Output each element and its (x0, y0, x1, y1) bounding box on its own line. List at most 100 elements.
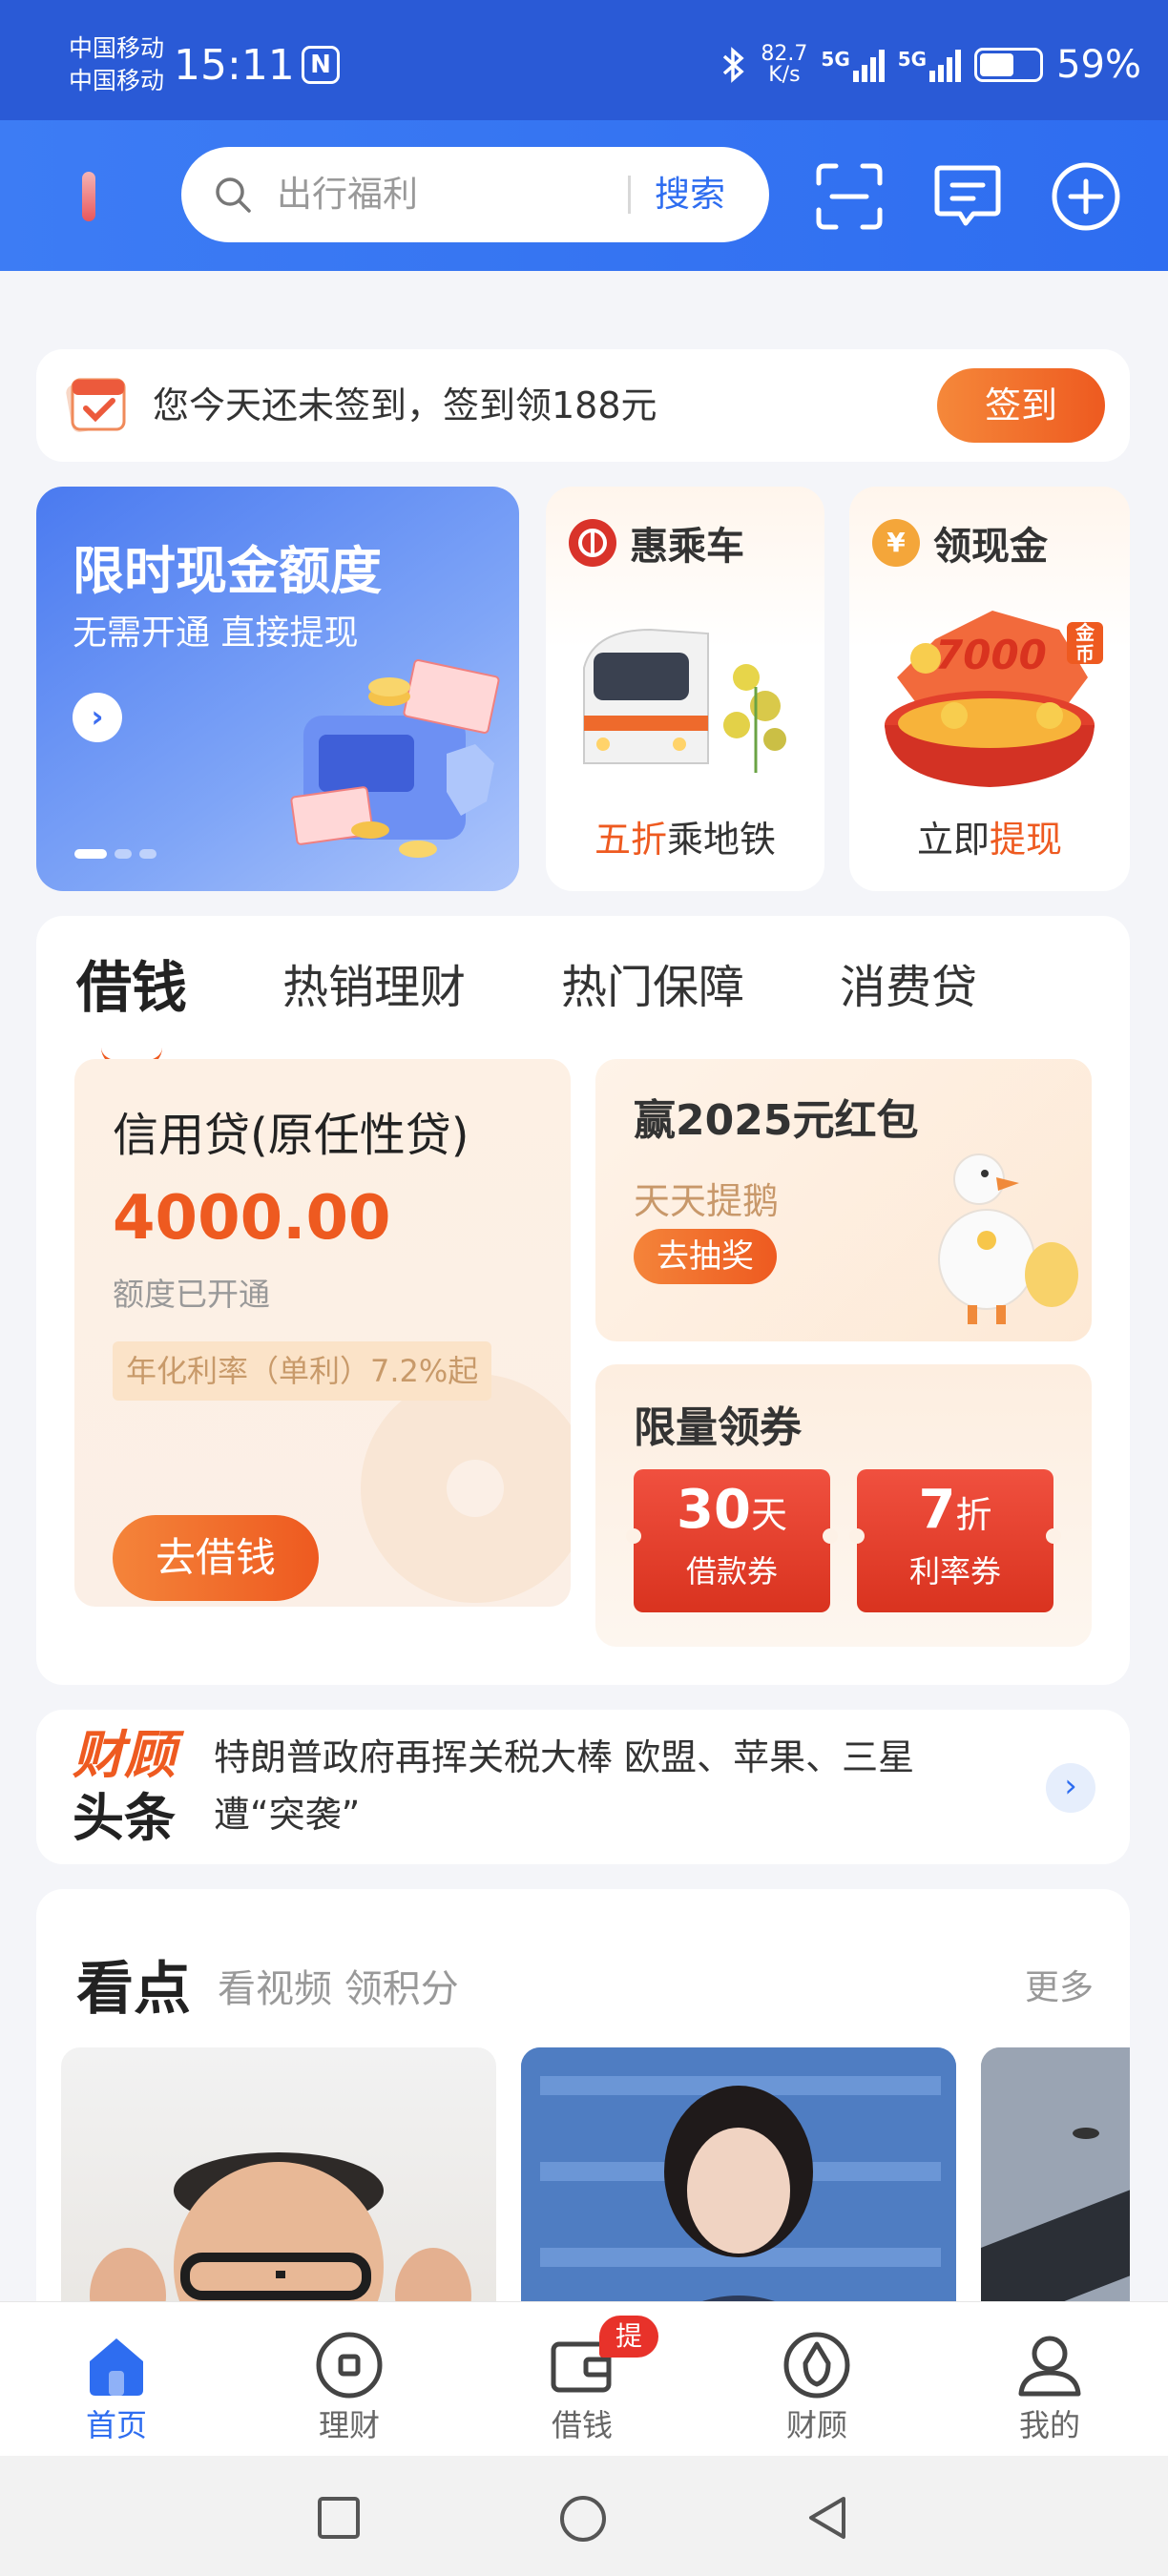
promo-caption-metro-rest: 乘地铁 (667, 819, 777, 861)
loan-tabs: 借钱 热销理财 热门保障 消费贷 (76, 945, 1073, 1067)
promo-title-cash-text: 领现金 (933, 525, 1048, 569)
coupon-rate-discount-number: 7 (918, 1479, 956, 1541)
coin-amount: 7000 (935, 632, 1047, 678)
video-section-title: 看点 (76, 1956, 191, 2023)
promo-title-cash: ¥ 领现金 (872, 515, 1048, 571)
news-logo-line2: 头条 (73, 1788, 176, 1848)
calendar-icon (66, 378, 126, 433)
promo-card-cash[interactable]: ¥ 领现金 7000 金币 立即提现 (849, 487, 1130, 891)
signal-label-2: 5G (897, 48, 928, 71)
headline-news[interactable]: 财顾 头条 特朗普政府再挥关税大棒 欧盟、苹果、三星遭“突袭” › (36, 1710, 1130, 1864)
carousel-dots (74, 849, 156, 859)
net-speed: 82.7 K/s (761, 44, 807, 86)
message-icon[interactable] (929, 158, 1006, 235)
search-box[interactable]: 出行福利 搜索 (181, 147, 769, 242)
coupon-loan-days-unit: 天 (750, 1494, 787, 1536)
net-speed-unit: K/s (768, 63, 801, 87)
recent-apps-icon[interactable] (315, 2494, 363, 2542)
promo-card-metro[interactable]: 惠乘车 五折乘地铁 (546, 487, 824, 891)
signal-label-1: 5G (821, 48, 850, 71)
wealth-icon (316, 2332, 383, 2399)
app-logo[interactable] (82, 172, 95, 221)
checkin-button[interactable]: 签到 (937, 368, 1105, 443)
credit-status: 额度已开通 (113, 1276, 270, 1313)
man-with-glasses-image (90, 2152, 471, 2334)
add-icon[interactable] (1048, 158, 1124, 235)
nav-profile-label: 我的 (1018, 2407, 1080, 2443)
coupon-loan-days[interactable]: 30天 借款券 (626, 1469, 838, 1612)
banner-arrow-icon[interactable]: › (73, 693, 122, 742)
nav-advisor[interactable]: 财顾 (740, 2302, 893, 2457)
promo-caption-metro-highlight: 五折 (594, 819, 667, 861)
advisor-icon (783, 2332, 850, 2399)
search-button[interactable]: 搜索 (655, 170, 725, 219)
credit-loan-card[interactable]: 信用贷(原任性贷) 4000.00 额度已开通 年化利率（单利）7.2%起 去借… (74, 1059, 571, 1607)
coupon-rate-discount-unit: 折 (955, 1494, 992, 1536)
home-icon (90, 2338, 143, 2396)
nav-borrow-label: 借钱 (551, 2407, 613, 2443)
nav-wealth-label: 理财 (318, 2407, 380, 2443)
coin-unit: 金币 (1067, 622, 1103, 664)
net-speed-value: 82.7 (761, 42, 808, 66)
nav-borrow[interactable]: 提现 借钱 (506, 2302, 658, 2457)
signal-icon-2: 5G (897, 48, 962, 82)
battery-percent: 59% (1056, 43, 1141, 87)
back-icon[interactable] (803, 2494, 851, 2542)
carrier-2: 中国移动 (69, 67, 165, 94)
promo-caption-cash-rest: 立即 (916, 819, 990, 861)
cash-banner[interactable]: 限时现金额度 无需开通 直接提现 › (36, 487, 519, 891)
search-icon (216, 177, 251, 213)
aircraft-image (981, 2047, 1130, 2334)
tab-borrow[interactable]: 借钱 (76, 954, 187, 1067)
video-thumbnail-3[interactable] (981, 2047, 1130, 2334)
coupon-loan-days-name: 借款券 (685, 1553, 778, 1589)
gear-decoration (361, 1374, 571, 1603)
nav-home[interactable]: 首页 (40, 2302, 193, 2457)
coupon-rate-discount-name: 利率券 (908, 1553, 1001, 1589)
battery-icon (974, 48, 1044, 82)
coupon-rate-discount-value: 7折 (857, 1477, 1053, 1548)
news-arrow-icon[interactable]: › (1046, 1763, 1095, 1813)
red-packet-card[interactable]: 赢2025元红包 天天提鹅 去抽奖 (595, 1059, 1092, 1341)
money-bag-icon: ¥ (872, 519, 920, 567)
checkin-text: 您今天还未签到，签到领188元 (153, 384, 657, 426)
banner-subtitle: 无需开通 直接提现 (73, 613, 359, 653)
more-link[interactable]: 更多 (1025, 1960, 1094, 2009)
promo-title-metro-text: 惠乘车 (630, 525, 744, 569)
promo-caption-cash: 立即提现 (849, 810, 1130, 862)
lottery-button[interactable]: 去抽奖 (634, 1229, 777, 1284)
nav-profile[interactable]: 我的 (973, 2302, 1126, 2457)
status-icons: 82.7 K/s 5G 5G 59% (720, 38, 1141, 92)
train-illustration (583, 628, 786, 773)
nav-wealth[interactable]: 理财 (273, 2302, 426, 2457)
home-circle-icon[interactable] (558, 2494, 608, 2544)
coupon-rate-discount[interactable]: 7折 利率券 (849, 1469, 1061, 1612)
borrow-button[interactable]: 去借钱 (113, 1515, 319, 1601)
bluetooth-icon (723, 47, 745, 83)
credit-amount: 4000.00 (113, 1183, 391, 1254)
battery-fill (980, 53, 1014, 76)
top-header: 出行福利 搜索 (0, 120, 1168, 271)
carrier-1: 中国移动 (69, 34, 165, 62)
promo-caption-metro: 五折乘地铁 (546, 810, 824, 862)
credit-title: 信用贷(原任性贷) (113, 1109, 469, 1162)
tab-consumer-loan[interactable]: 消费贷 (840, 954, 977, 1021)
search-divider (628, 176, 631, 214)
video-thumbnail-2[interactable] (521, 2047, 956, 2334)
scan-icon[interactable] (811, 158, 887, 235)
coupon-loan-days-number: 30 (677, 1479, 751, 1541)
nav-home-label: 首页 (85, 2407, 147, 2443)
bottom-nav: 首页 理财 提现 借钱 财顾 我的 (0, 2301, 1168, 2456)
tab-insurance[interactable]: 热门保障 (561, 954, 744, 1021)
cash-machine-illustration (290, 659, 500, 858)
news-anchor-image (521, 2047, 956, 2334)
nfc-icon: N (302, 46, 340, 84)
carrier-names: 中国移动 中国移动 (69, 32, 164, 97)
credit-rate: 年化利率（单利）7.2%起 (113, 1341, 492, 1401)
tab-wealth[interactable]: 热销理财 (282, 954, 466, 1021)
search-placeholder[interactable]: 出行福利 (277, 170, 418, 219)
promo-title-metro: 惠乘车 (569, 515, 744, 571)
video-thumbnail-1[interactable] (61, 2047, 496, 2334)
system-nav-bar (0, 2456, 1168, 2576)
news-headline[interactable]: 特朗普政府再挥关税大棒 欧盟、苹果、三星遭“突袭” (214, 1729, 996, 1843)
